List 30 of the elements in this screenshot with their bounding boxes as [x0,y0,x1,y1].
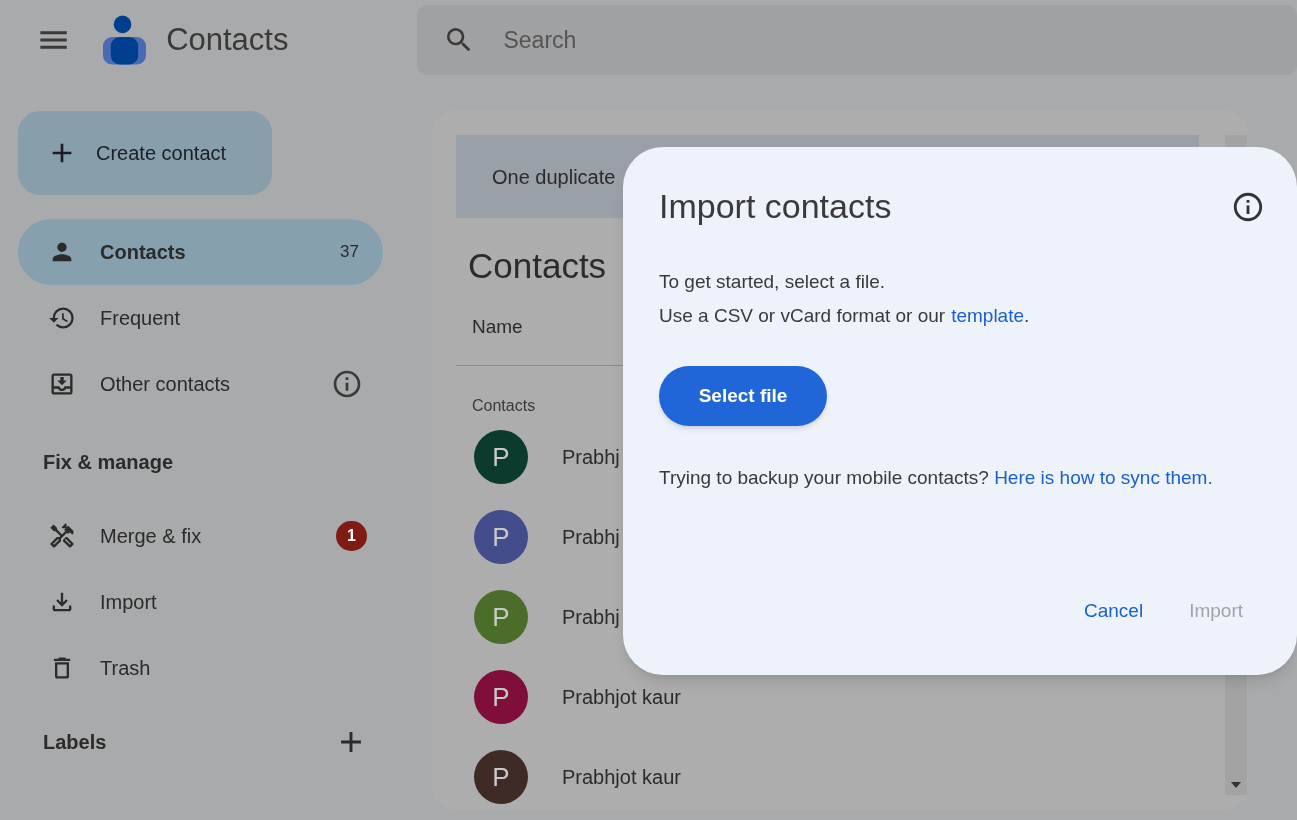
page-heading: Contacts [468,245,607,287]
count-badge: 1 [336,521,367,551]
period-text: . [1024,303,1030,328]
nav-label: Trash [100,656,152,681]
nav-count: 37 [340,241,359,264]
format-text: Use a CSV or vCard format or our [659,303,946,328]
nav-label: Frequent [100,306,182,331]
dialog-title: Import contacts [659,186,893,227]
column-header: Name [472,314,523,339]
group-header: Contacts [472,396,536,416]
app-title: Contacts [166,20,289,59]
avatar: P [474,590,528,644]
section-title: Fix & manage [43,450,175,475]
nav-label: Contacts [100,240,187,265]
help-text: Trying to backup your mobile contacts? [659,467,990,488]
instruction-text: To get started, select a file. [659,270,886,294]
avatar: P [474,750,528,804]
contact-name: Prabhjot kaur [562,765,681,790]
contact-name: Prabhj [562,525,620,550]
nav-label: Merge & fix [100,524,203,549]
contact-name: Prabhj [562,605,620,630]
section-title: Labels [43,730,108,755]
avatar: P [474,670,528,724]
nav-label: Other contacts [100,372,232,397]
banner-text: One duplicate [492,164,616,190]
avatar: P [474,430,528,484]
nav-label: Import [100,590,158,615]
contact-name: Prabhj [562,445,620,470]
avatar: P [474,510,528,564]
contact-name: Prabhjot kaur [562,685,681,710]
